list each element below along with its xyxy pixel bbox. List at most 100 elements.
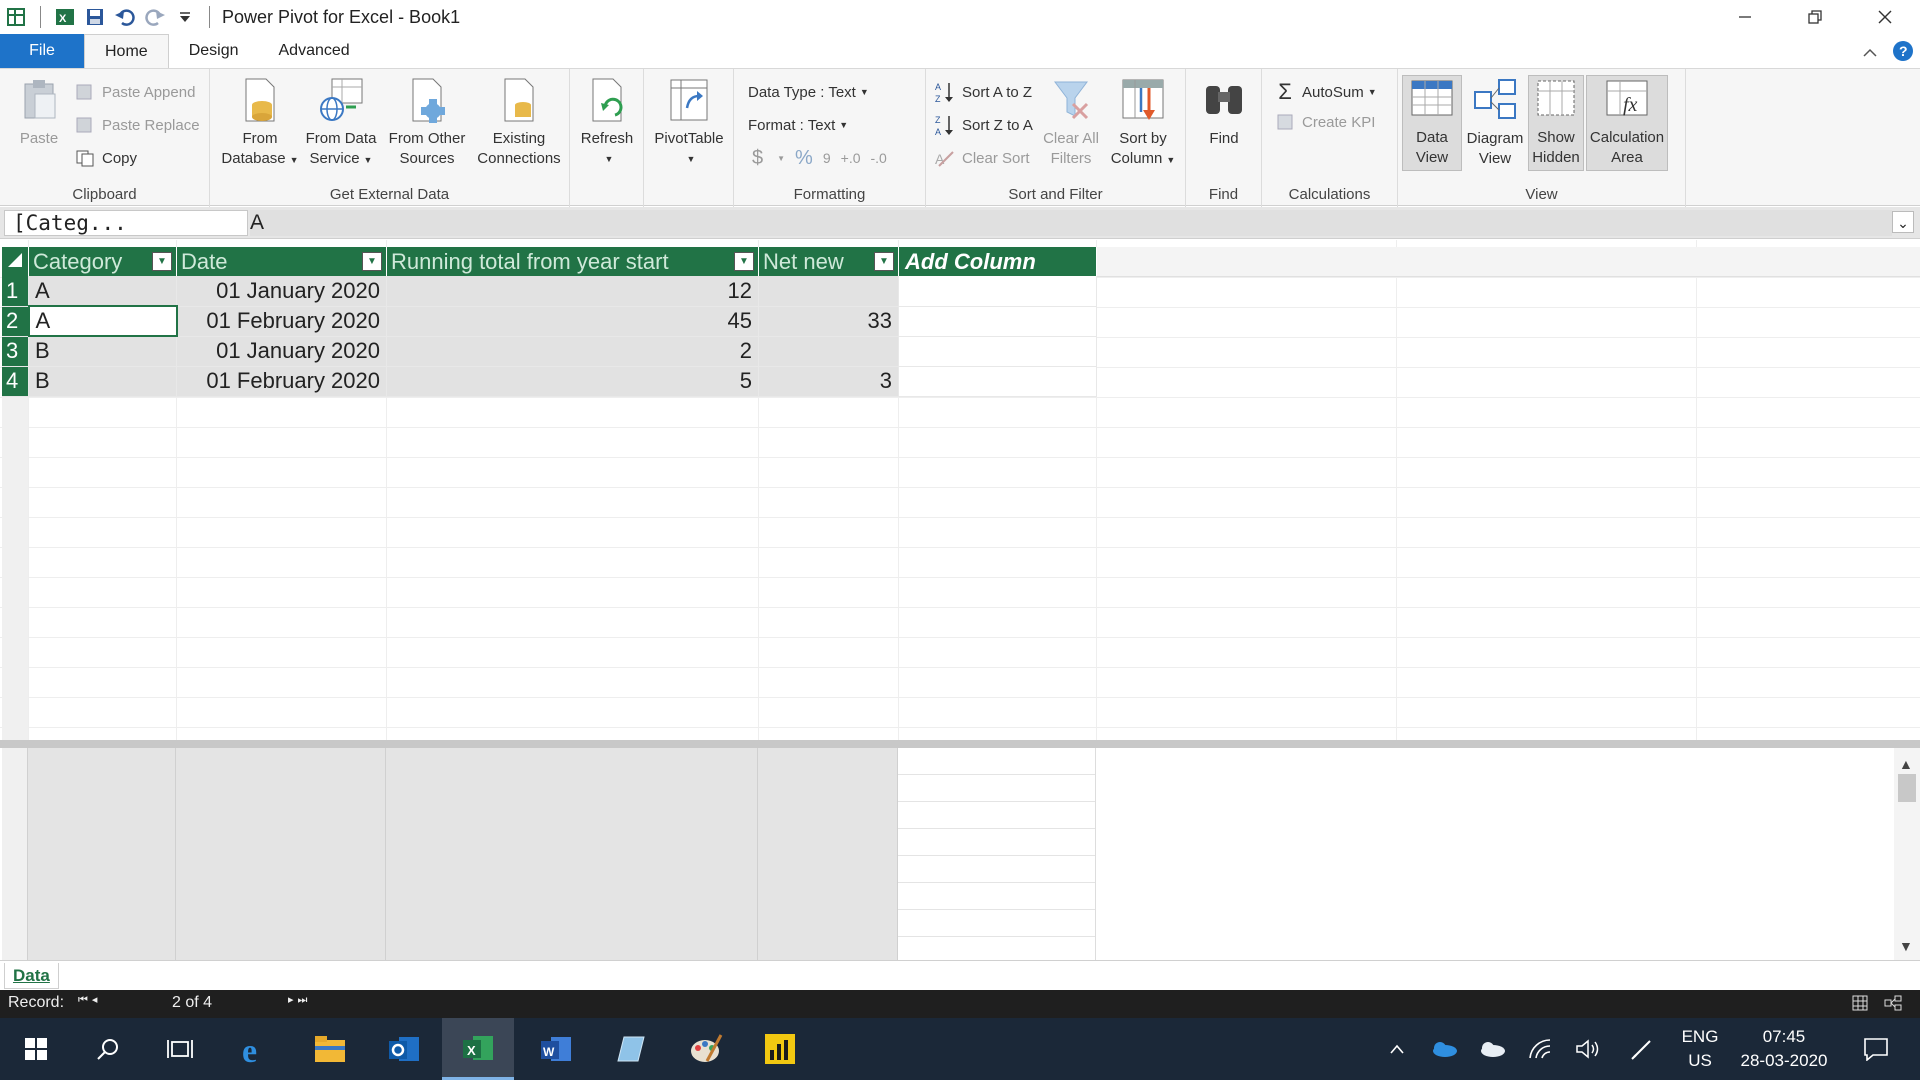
running-total-cell[interactable]: 45	[386, 306, 759, 337]
collapse-ribbon-icon[interactable]	[1862, 45, 1878, 63]
date-cell[interactable]: 01 February 2020	[176, 306, 387, 337]
existing-connections-button[interactable]: Existing Connections	[472, 77, 566, 169]
filter-dropdown-icon[interactable]: ▼	[874, 252, 894, 271]
select-all-corner[interactable]	[2, 247, 29, 276]
from-database-button[interactable]: From Database ▼	[218, 77, 302, 170]
network-icon[interactable]	[1518, 1018, 1562, 1080]
word-icon[interactable]: W	[520, 1018, 592, 1080]
find-button[interactable]: Find	[1194, 77, 1254, 149]
create-kpi-button[interactable]: Create KPI	[1274, 111, 1375, 133]
help-icon[interactable]: ?	[1892, 40, 1914, 67]
date-cell[interactable]: 01 January 2020	[176, 276, 387, 307]
clear-sort-button[interactable]: A Clear Sort	[934, 147, 1030, 169]
table-row[interactable]: 2 A 01 February 2020 45 33	[2, 305, 1097, 337]
search-icon[interactable]	[72, 1018, 144, 1080]
redo-icon[interactable]	[143, 5, 167, 29]
table-row[interactable]: 1 A 01 January 2020 12	[2, 276, 1097, 307]
data-type-dropdown[interactable]: Data Type : Text ▼	[748, 81, 869, 103]
show-hidden-icons-icon[interactable]	[1380, 1018, 1414, 1080]
from-other-sources-button[interactable]: From Other Sources	[382, 77, 472, 169]
row-number[interactable]: 4	[2, 366, 29, 397]
excel-taskbar-icon[interactable]: X	[442, 1018, 514, 1080]
add-column-cell[interactable]	[898, 336, 1097, 367]
grid-view-icon[interactable]	[1852, 995, 1868, 1016]
format-dropdown[interactable]: Format : Text ▼	[748, 114, 848, 136]
power-bi-icon[interactable]	[744, 1018, 816, 1080]
row-number[interactable]: 1	[2, 276, 29, 307]
copy-button[interactable]: Copy	[74, 147, 137, 169]
record-first-prev-nav[interactable]: ⏮◂	[78, 993, 101, 1007]
column-header-date[interactable]: Date ▼	[176, 247, 387, 276]
net-new-cell[interactable]	[758, 276, 899, 307]
undo-icon[interactable]	[113, 5, 137, 29]
add-column-cell[interactable]	[898, 276, 1097, 307]
diagram-view-icon[interactable]	[1884, 995, 1902, 1016]
net-new-cell[interactable]: 33	[758, 306, 899, 337]
comma-button[interactable]: 9	[823, 150, 831, 166]
notifications-icon[interactable]	[1848, 1018, 1904, 1080]
table-row[interactable]: 4 B 01 February 2020 5 3	[2, 366, 1097, 397]
row-number[interactable]: 2	[2, 306, 29, 337]
net-new-cell[interactable]: 3	[758, 366, 899, 397]
category-cell[interactable]: A	[27, 305, 178, 337]
decrease-decimal-button[interactable]: -.0	[871, 150, 887, 166]
column-header-running-total[interactable]: Running total from year start ▼	[386, 247, 759, 276]
category-cell[interactable]: A	[28, 276, 177, 307]
add-column-cell[interactable]	[898, 306, 1097, 337]
table-row[interactable]: 3 B 01 January 2020 2	[2, 336, 1097, 367]
net-new-cell[interactable]	[758, 336, 899, 367]
add-column-cell[interactable]	[898, 366, 1097, 397]
running-total-cell[interactable]: 12	[386, 276, 759, 307]
calculation-area-splitter[interactable]	[0, 740, 1920, 748]
row-number[interactable]: 3	[2, 336, 29, 367]
sort-a-to-z-button[interactable]: A Z Sort A to Z	[934, 81, 1032, 103]
tab-file[interactable]: File	[0, 34, 84, 68]
scroll-down-icon[interactable]: ▼	[1899, 938, 1913, 954]
close-button[interactable]	[1850, 0, 1920, 34]
scroll-thumb[interactable]	[1898, 774, 1916, 802]
sort-z-to-a-button[interactable]: Z A Sort Z to A	[934, 114, 1033, 136]
outlook-icon[interactable]	[368, 1018, 440, 1080]
percent-button[interactable]: %	[795, 147, 813, 170]
pivottable-button[interactable]: PivotTable ▼	[648, 77, 730, 169]
paste-replace-button[interactable]: Paste Replace	[74, 114, 200, 136]
date-cell[interactable]: 01 January 2020	[176, 336, 387, 367]
filter-dropdown-icon[interactable]: ▼	[152, 252, 172, 271]
formula-input[interactable]: A	[250, 210, 1892, 236]
onedrive-business-icon[interactable]	[1422, 1018, 1466, 1080]
minimize-button[interactable]	[1710, 0, 1780, 34]
clear-all-filters-button[interactable]: Clear All Filters	[1040, 77, 1102, 169]
notes-app-icon[interactable]	[594, 1018, 666, 1080]
volume-icon[interactable]	[1566, 1018, 1610, 1080]
save-icon[interactable]	[83, 5, 107, 29]
calculation-area[interactable]	[0, 748, 1920, 960]
filter-dropdown-icon[interactable]: ▼	[734, 252, 754, 271]
paste-button[interactable]: Paste	[12, 77, 66, 149]
file-explorer-icon[interactable]	[294, 1018, 366, 1080]
refresh-button[interactable]: Refresh ▼	[576, 77, 638, 169]
onedrive-personal-icon[interactable]	[1470, 1018, 1514, 1080]
data-view-button[interactable]: Data View	[1402, 75, 1462, 171]
paste-append-button[interactable]: Paste Append	[74, 81, 195, 103]
category-cell[interactable]: B	[28, 366, 177, 397]
diagram-view-button[interactable]: Diagram View	[1464, 77, 1526, 169]
clock[interactable]: 07:45 28-03-2020	[1732, 1018, 1836, 1080]
running-total-cell[interactable]: 5	[386, 366, 759, 397]
show-hidden-button[interactable]: Show Hidden	[1528, 75, 1584, 171]
pen-icon[interactable]	[1620, 1018, 1664, 1080]
paint-icon[interactable]	[670, 1018, 742, 1080]
excel-icon[interactable]: X	[53, 5, 77, 29]
increase-decimal-button[interactable]: +.0	[841, 150, 861, 166]
add-column-header[interactable]: Add Column	[898, 247, 1097, 276]
task-view-icon[interactable]	[144, 1018, 216, 1080]
calculation-area-button[interactable]: fx Calculation Area	[1586, 75, 1668, 171]
start-button[interactable]	[0, 1018, 72, 1080]
record-next-last-nav[interactable]: ▸⏭	[288, 993, 311, 1007]
edge-browser-icon[interactable]: e	[220, 1018, 292, 1080]
autosum-button[interactable]: Σ AutoSum ▼	[1274, 79, 1376, 104]
sheet-tab-data[interactable]: Data	[4, 963, 59, 989]
filter-dropdown-icon[interactable]: ▼	[362, 252, 382, 271]
tab-home[interactable]: Home	[84, 34, 169, 68]
scroll-up-icon[interactable]: ▲	[1899, 756, 1913, 772]
tab-advanced[interactable]: Advanced	[259, 34, 370, 68]
